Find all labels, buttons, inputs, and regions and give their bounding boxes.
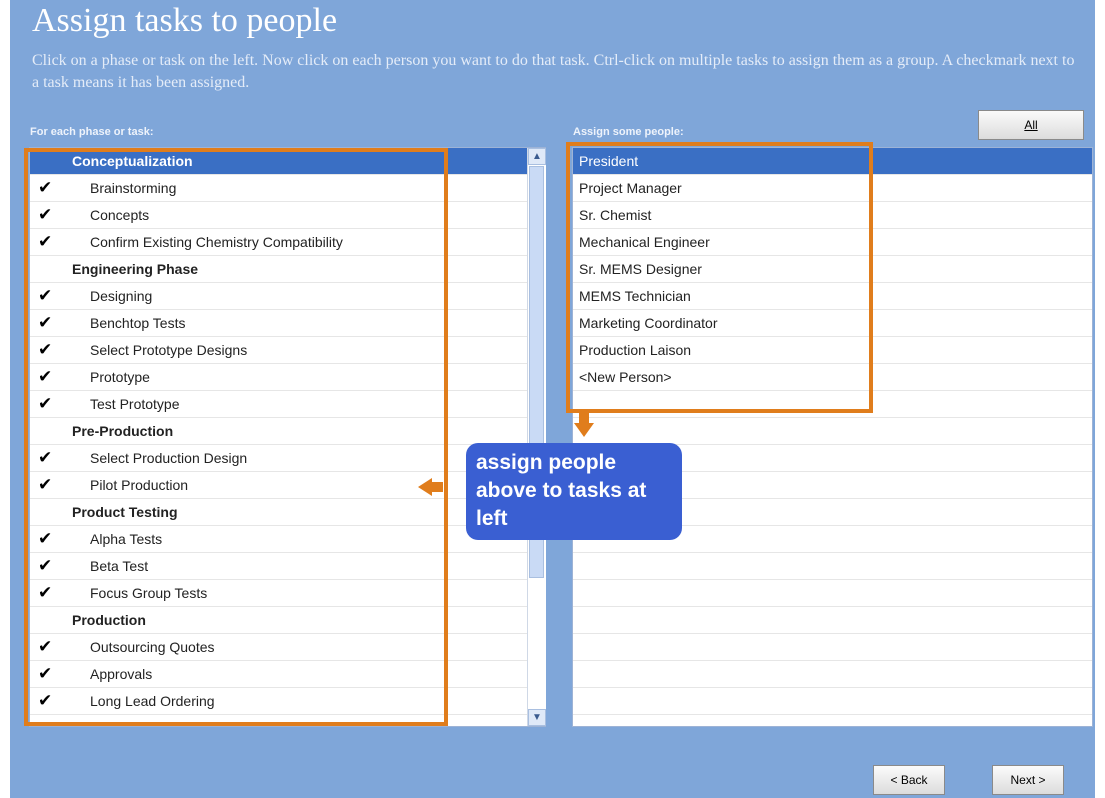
left-arrow-icon xyxy=(418,478,432,496)
next-button[interactable]: Next > xyxy=(992,765,1064,795)
empty-person-row[interactable] xyxy=(573,634,1092,661)
empty-person-row[interactable] xyxy=(573,553,1092,580)
empty-person-row[interactable] xyxy=(573,580,1092,607)
empty-person-row[interactable] xyxy=(573,688,1092,715)
empty-person-row[interactable] xyxy=(573,661,1092,688)
left-arrow-tail xyxy=(431,482,443,492)
empty-person-row[interactable] xyxy=(573,418,1092,445)
down-arrow-icon xyxy=(574,423,594,437)
back-button[interactable]: < Back xyxy=(873,765,945,795)
tasks-highlight-box xyxy=(24,148,448,726)
scroll-up-icon[interactable]: ▲ xyxy=(528,148,546,165)
instructions-text: Click on a phase or task on the left. No… xyxy=(32,52,1075,91)
empty-person-row[interactable] xyxy=(573,607,1092,634)
page-title: Assign tasks to people xyxy=(32,2,338,39)
people-list-label: Assign some people: xyxy=(573,126,684,138)
instruction-callout: assign people above to tasks at left xyxy=(466,443,682,540)
all-button[interactable]: All xyxy=(978,110,1084,140)
scroll-down-icon[interactable]: ▼ xyxy=(528,709,546,726)
tasks-scrollbar[interactable]: ▲ ▼ xyxy=(527,148,546,726)
tasks-list-label: For each phase or task: xyxy=(30,126,154,138)
people-highlight-box xyxy=(566,142,873,413)
